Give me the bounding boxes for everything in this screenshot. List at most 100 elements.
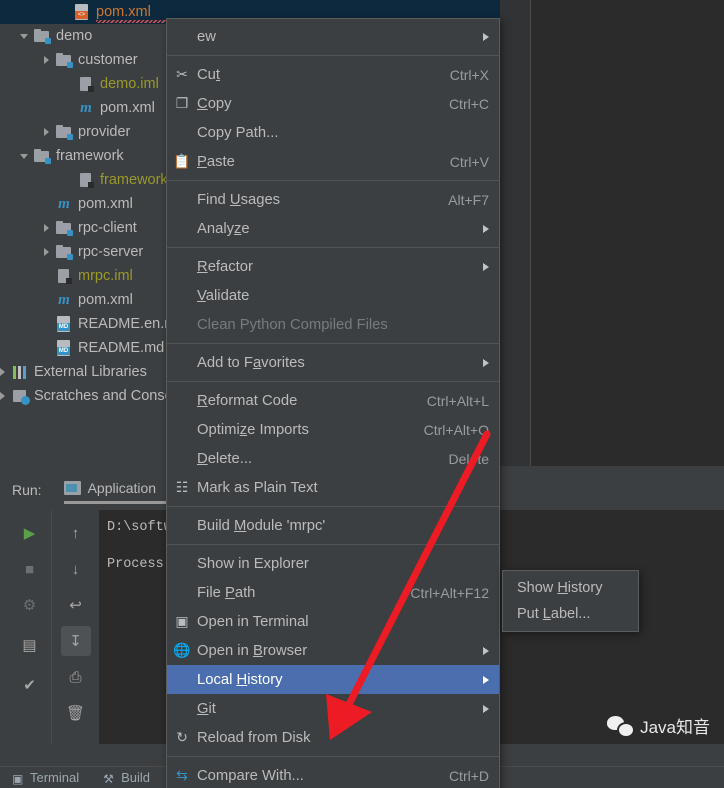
menu-item-icon-spacer bbox=[167, 214, 197, 243]
menu-item-shortcut: Ctrl+D bbox=[448, 767, 489, 784]
menu-item-file-path[interactable]: File Path Ctrl+Alt+F12 bbox=[167, 578, 499, 607]
chevron-right-icon bbox=[483, 646, 489, 655]
menu-item-mark-as-plain-text[interactable]: ☷ Mark as Plain Text bbox=[167, 473, 499, 502]
run-actions-toolbar[interactable]: ▶ ■ ⚙ ▤ ✔ bbox=[8, 510, 52, 744]
menu-item-shortcut: Ctrl+C bbox=[448, 95, 489, 112]
menu-item-label: Find Usages bbox=[197, 191, 281, 208]
menu-item-git[interactable]: Git bbox=[167, 694, 499, 723]
submenu-item-put-label[interactable]: Put Label... bbox=[503, 601, 638, 627]
menu-item-label: Validate bbox=[197, 287, 250, 304]
menu-separator bbox=[167, 180, 499, 181]
menu-item-validate[interactable]: Validate bbox=[167, 281, 499, 310]
menu-item-analyze[interactable]: Analyze bbox=[167, 214, 499, 243]
menu-item-open-in-terminal[interactable]: ▣ Open in Terminal bbox=[167, 607, 499, 636]
menu-item-open-in-browser[interactable]: 🌐 Open in Browser bbox=[167, 636, 499, 665]
soft-wrap-icon[interactable]: ↩ bbox=[61, 590, 91, 620]
menu-item-build-module-mrpc[interactable]: Build Module 'mrpc' bbox=[167, 511, 499, 540]
scratches-icon bbox=[10, 387, 30, 405]
iml-file-icon bbox=[54, 267, 74, 285]
tree-expand-arrow-icon[interactable] bbox=[38, 48, 54, 72]
xml-file-icon: <> bbox=[72, 3, 92, 21]
folder-module-icon bbox=[32, 27, 52, 45]
menu-item-cut[interactable]: ✂ Cut Ctrl+X bbox=[167, 60, 499, 89]
menu-item-label: Reload from Disk bbox=[197, 729, 311, 746]
menu-item-paste[interactable]: 📋 Paste Ctrl+V bbox=[167, 147, 499, 176]
menu-item-shortcut: Ctrl+Alt+O bbox=[423, 421, 489, 438]
menu-item-reload-from-disk[interactable]: ↻ Reload from Disk bbox=[167, 723, 499, 752]
menu-item-label: Refactor bbox=[197, 258, 253, 275]
debug-icon[interactable]: ⚙ bbox=[15, 590, 45, 620]
menu-item-copy[interactable]: ❐ Copy Ctrl+C bbox=[167, 89, 499, 118]
menu-item-local-history[interactable]: Local History bbox=[167, 665, 499, 694]
markdown-file-icon: MD bbox=[54, 315, 74, 333]
clear-all-icon[interactable]: 🗑 bbox=[61, 698, 91, 728]
folder-module-icon bbox=[32, 147, 52, 165]
console-actions-toolbar[interactable]: ↑ ↓ ↩ ↧ ⎙ 🗑 bbox=[53, 510, 98, 744]
tree-item-label: External Libraries bbox=[34, 364, 147, 380]
up-arrow-icon[interactable]: ↑ bbox=[61, 518, 91, 548]
menu-item-compare-with[interactable]: ⇆ Compare With... Ctrl+D bbox=[167, 761, 499, 788]
file-context-menu[interactable]: ew ✂ Cut Ctrl+X ❐ Copy Ctrl+C Copy Path... 📋 Past… bbox=[166, 18, 500, 788]
menu-item-new[interactable]: ew bbox=[167, 22, 499, 51]
tree-expand-arrow-icon[interactable] bbox=[0, 360, 10, 384]
menu-item-label: Analyze bbox=[197, 220, 250, 237]
run-label: Run: bbox=[12, 482, 42, 498]
menu-item-icon-spacer bbox=[167, 252, 197, 281]
folder-module-icon bbox=[54, 51, 74, 69]
chevron-right-icon bbox=[483, 262, 489, 271]
menu-item-optimize-imports[interactable]: Optimize Imports Ctrl+Alt+O bbox=[167, 415, 499, 444]
pin-tab-icon[interactable]: ✔ bbox=[15, 670, 45, 700]
layout-icon[interactable]: ▤ bbox=[15, 630, 45, 660]
menu-item-icon-spacer bbox=[167, 22, 197, 51]
menu-separator bbox=[167, 544, 499, 545]
rerun-icon[interactable]: ▶ bbox=[15, 518, 45, 548]
editor-area[interactable] bbox=[500, 0, 724, 466]
tree-expand-arrow-icon[interactable] bbox=[0, 384, 10, 408]
tree-item-label: README.md bbox=[78, 340, 165, 356]
menu-item-icon-spacer bbox=[167, 578, 197, 607]
menu-item-label: Local History bbox=[197, 671, 283, 688]
scroll-to-end-icon[interactable]: ↧ bbox=[60, 626, 91, 656]
stop-icon[interactable]: ■ bbox=[15, 554, 45, 584]
menu-item-find-usages[interactable]: Find Usages Alt+F7 bbox=[167, 185, 499, 214]
plain-text-icon: ☷ bbox=[175, 479, 189, 495]
menu-item-label: ew bbox=[197, 28, 216, 45]
watermark-text: Java知音 bbox=[640, 718, 710, 737]
menu-item-label: Copy Path... bbox=[197, 124, 279, 141]
folder-module-icon bbox=[54, 243, 74, 261]
markdown-file-icon: MD bbox=[54, 339, 74, 357]
tree-expand-arrow-icon[interactable] bbox=[16, 24, 32, 48]
local-history-submenu[interactable]: Show History Put Label... bbox=[502, 570, 639, 632]
menu-item-show-in-explorer[interactable]: Show in Explorer bbox=[167, 549, 499, 578]
tree-expand-arrow-icon[interactable] bbox=[38, 216, 54, 240]
terminal-icon: ▣ bbox=[175, 613, 189, 629]
menu-item-label: File Path bbox=[197, 584, 256, 601]
tree-item-label: mrpc.iml bbox=[78, 268, 133, 284]
menu-item-label: Build Module 'mrpc' bbox=[197, 517, 326, 534]
menu-item-delete[interactable]: Delete... Delete bbox=[167, 444, 499, 473]
print-icon[interactable]: ⎙ bbox=[61, 662, 91, 692]
menu-item-label: Open in Browser bbox=[197, 642, 308, 659]
status-bar-item-build[interactable]: ⚒ Build bbox=[91, 767, 162, 788]
compare-icon: ⇆ bbox=[176, 767, 188, 783]
status-bar-item-terminal[interactable]: ▣ Terminal bbox=[0, 767, 91, 788]
submenu-item-show-history[interactable]: Show History bbox=[503, 575, 638, 601]
menu-item-refactor[interactable]: Refactor bbox=[167, 252, 499, 281]
menu-item-reformat-code[interactable]: Reformat Code Ctrl+Alt+L bbox=[167, 386, 499, 415]
tree-item-label: demo.iml bbox=[100, 76, 159, 92]
tree-expand-arrow-icon[interactable] bbox=[38, 120, 54, 144]
menu-item-copy-path[interactable]: Copy Path... bbox=[167, 118, 499, 147]
down-arrow-icon[interactable]: ↓ bbox=[61, 554, 91, 584]
tree-item-label: rpc-client bbox=[78, 220, 137, 236]
menu-item-add-to-favorites[interactable]: Add to Favorites bbox=[167, 348, 499, 377]
menu-item-clean-python-compiled-files[interactable]: Clean Python Compiled Files bbox=[167, 310, 499, 339]
tree-expand-arrow-icon[interactable] bbox=[16, 144, 32, 168]
tree-item-label: framework bbox=[56, 148, 124, 164]
tree-expand-arrow-icon[interactable] bbox=[38, 240, 54, 264]
run-tab-application[interactable]: Application bbox=[63, 480, 197, 504]
application-icon bbox=[63, 481, 81, 495]
